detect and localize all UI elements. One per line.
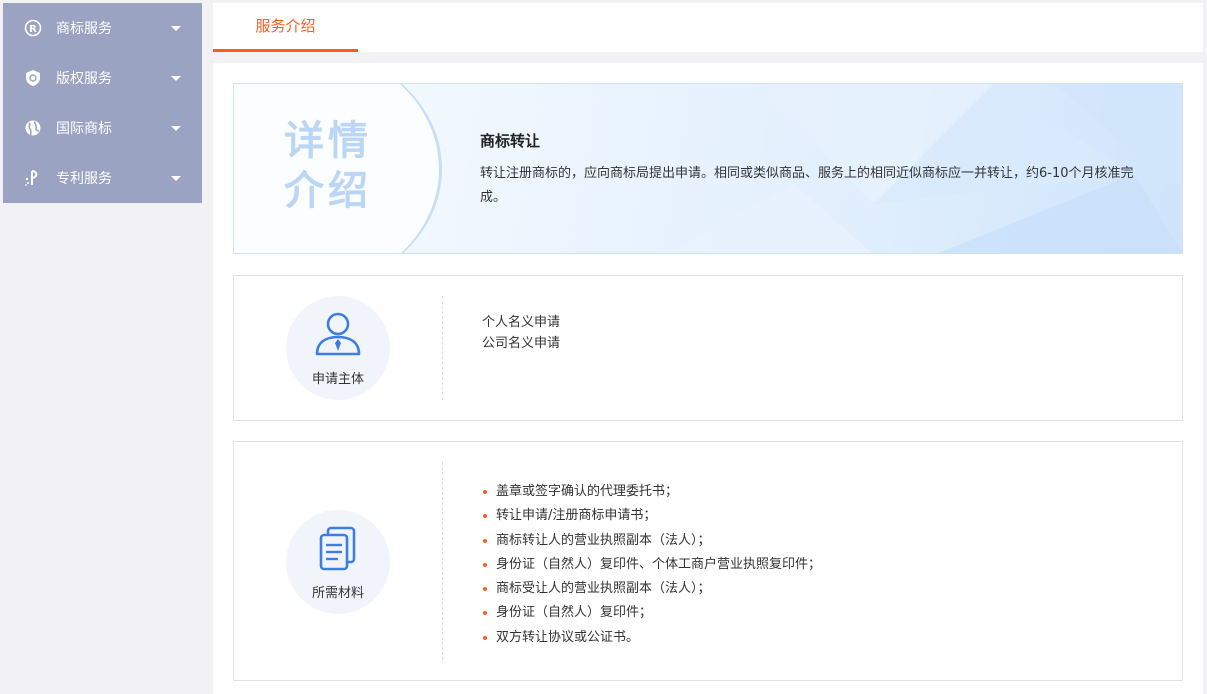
banner-artwork-line: 详情 <box>284 118 372 164</box>
list-item: 双方转让协议或公证书。 <box>482 626 821 650</box>
sidebar-item-label: 商标服务 <box>56 21 112 37</box>
banner-artwork-line: 介绍 <box>284 168 372 214</box>
list-item: 身份证（自然人）复印件、个体工商户营业执照复印件； <box>482 553 821 577</box>
tab-bar: 服务介绍 <box>213 3 1203 52</box>
divider <box>442 296 443 400</box>
list-item: 身份证（自然人）复印件； <box>482 601 821 625</box>
chevron-down-icon <box>171 175 181 181</box>
sidebar-item-patent[interactable]: 专利服务 <box>3 153 202 203</box>
materials-card: 所需材料 盖章或签字确认的代理委托书； 转让申请/注册商标申请书； 商标转让人的… <box>233 441 1183 681</box>
applicant-label: 申请主体 <box>311 372 364 387</box>
materials-label: 所需材料 <box>311 586 364 601</box>
banner: 详情 介绍 商标转让 转让注册商标的，应向商标局提出申请。相同或类似商品、服务上… <box>233 83 1183 254</box>
applicant-card: 申请主体 个人名义申请 公司名义申请 <box>233 275 1183 421</box>
list-item: 盖章或签字确认的代理委托书； <box>482 480 821 504</box>
documents-icon <box>319 526 356 571</box>
sidebar-item-international[interactable]: 国际商标 <box>3 103 202 153</box>
sidebar-item-copyright[interactable]: 版权服务 <box>3 53 202 103</box>
list-item: 商标受让人的营业执照副本（法人）； <box>482 577 821 601</box>
tab-service-intro[interactable]: 服务介绍 <box>213 3 358 52</box>
applicant-badge: 申请主体 <box>286 296 390 400</box>
list-item: 商标转让人的营业执照副本（法人）； <box>482 529 821 553</box>
list-item: 公司名义申请 <box>482 336 561 351</box>
chevron-down-icon <box>171 125 181 131</box>
shield-icon <box>24 69 42 87</box>
service-detail: 详情 介绍 商标转让 转让注册商标的，应向商标局提出申请。相同或类似商品、服务上… <box>213 63 1203 694</box>
materials-badge: 所需材料 <box>286 510 390 614</box>
sidebar: R 商标服务 版权服务 国际商标 专利服务 <box>3 3 202 203</box>
divider <box>442 462 443 660</box>
applicant-list: 个人名义申请 公司名义申请 <box>482 312 560 354</box>
sidebar-item-label: 版权服务 <box>56 71 112 87</box>
svg-text:R: R <box>29 24 37 35</box>
sidebar-item-label: 国际商标 <box>56 121 112 137</box>
globe-icon <box>24 119 42 137</box>
chevron-down-icon <box>171 75 181 81</box>
user-icon <box>315 312 361 356</box>
patent-icon <box>24 169 42 187</box>
service-description: 转让注册商标的，应向商标局提出申请。相同或类似商品、服务上的相同近似商标应一并转… <box>480 166 1134 205</box>
banner-artwork-text: 详情 介绍 <box>284 116 372 216</box>
chevron-down-icon <box>171 25 181 31</box>
registered-icon: R <box>24 19 42 37</box>
list-item: 个人名义申请 <box>482 315 561 330</box>
materials-list: 盖章或签字确认的代理委托书； 转让申请/注册商标申请书； 商标转让人的营业执照副… <box>482 480 821 650</box>
list-item: 转让申请/注册商标申请书； <box>482 504 821 528</box>
sidebar-item-trademark[interactable]: R 商标服务 <box>3 3 202 53</box>
service-title: 商标转让 <box>480 132 541 150</box>
sidebar-item-label: 专利服务 <box>56 171 112 187</box>
